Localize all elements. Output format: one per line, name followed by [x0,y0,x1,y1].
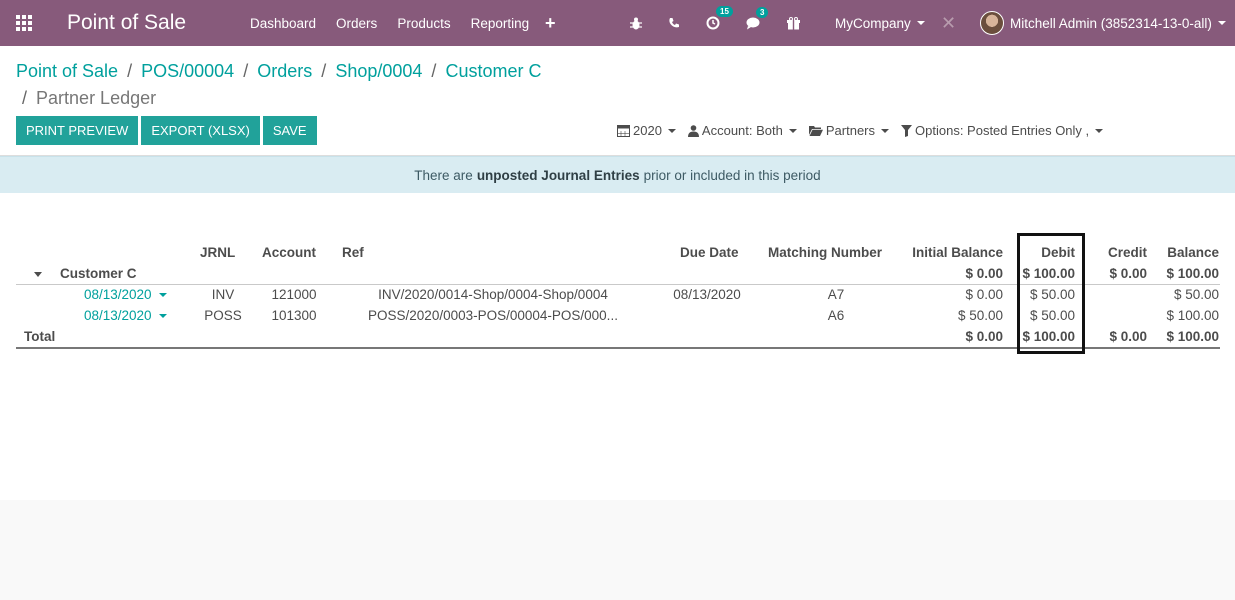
breadcrumb: Point of Sale / POS/00004 / Orders / Sho… [16,58,576,112]
options-filter-label: Options: Posted Entries Only , [915,123,1090,138]
chevron-down-icon [158,314,167,319]
line-matching: A7 [827,287,845,302]
activity-clock-icon[interactable]: 15 [706,6,733,30]
options-filter[interactable]: Options: Posted Entries Only , [901,123,1104,138]
debit-column-highlight [1017,233,1085,354]
top-navbar: Point of Sale Dashboard Orders Products … [0,0,1235,46]
header-initial-balance: Initial Balance [912,245,1003,260]
action-buttons: PRINT PREVIEW EXPORT (XLSX) SAVE [16,116,320,145]
line-date[interactable]: 08/13/2020 [84,287,167,302]
bug-icon[interactable] [630,17,642,30]
chevron-down-icon [1095,128,1104,133]
header-due-date: Due Date [680,245,739,260]
breadcrumb-item-shop[interactable]: Shop/0004 [335,61,422,81]
partners-filter-label: Partners [825,123,876,138]
line-ref: INV/2020/0014-Shop/0004-Shop/0004 [378,287,608,302]
account-filter[interactable]: Account: Both [687,123,797,138]
apps-menu-icon[interactable] [16,0,36,46]
company-name: MyCompany [835,15,911,31]
activity-badge: 15 [716,6,733,17]
line-account: 101300 [271,308,317,323]
chevron-down-icon [1217,21,1226,25]
breadcrumb-separator: / [431,61,437,81]
chevron-down-icon [158,293,167,298]
line-initial-balance: $ 50.00 [957,308,1003,323]
close-icon[interactable]: ✕ [941,0,956,46]
header-jrnl: JRNL [200,245,236,260]
header-matching-number: Matching Number [768,245,883,260]
line-jrnl: INV [211,287,235,302]
total-label: Total [24,329,56,344]
filter-icon [901,124,913,137]
messages-badge: 3 [756,6,769,18]
chevron-down-icon [788,128,797,133]
messages-icon[interactable]: 3 [746,6,769,30]
chevron-down-icon [881,128,890,133]
account-filter-label: Account: Both [701,123,783,138]
line-balance: $ 100.00 [1166,308,1219,323]
export-xlsx-button[interactable]: EXPORT (XLSX) [141,116,260,145]
systray: 15 3 [630,0,826,46]
company-switcher[interactable]: MyCompany [835,0,925,46]
chevron-down-icon [916,21,925,25]
line-balance: $ 50.00 [1173,287,1219,302]
calendar-icon [617,125,630,137]
line-date[interactable]: 08/13/2020 [84,308,167,323]
header-account: Account [262,245,316,260]
menu-orders[interactable]: Orders [336,16,377,31]
breadcrumb-item-customer[interactable]: Customer C [445,61,541,81]
menu-reporting[interactable]: Reporting [471,16,530,31]
header-balance: Balance [1167,245,1219,260]
line-jrnl: POSS [204,308,242,323]
breadcrumb-active-partner-ledger: Partner Ledger [36,88,157,108]
partner-balance: $ 100.00 [1166,266,1219,281]
phone-icon[interactable] [668,17,680,29]
unposted-entries-alert: There are unposted Journal Entries prior… [0,156,1235,193]
date-filter-label: 2020 [633,123,662,138]
header-credit: Credit [1107,245,1147,260]
breadcrumb-separator: / [243,61,249,81]
fold-caret-icon[interactable] [34,272,42,277]
line-due-date: 08/13/2020 [673,287,741,302]
date-filter[interactable]: 2020 [617,123,676,138]
total-balance: $ 100.00 [1166,329,1219,344]
breadcrumb-item-orders[interactable]: Orders [257,61,312,81]
folder-open-icon [808,126,823,136]
menu-dashboard[interactable]: Dashboard [250,16,316,31]
user-name: Mitchell Admin (3852314-13-0-all) [1010,15,1212,31]
total-credit: $ 0.00 [1109,329,1147,344]
chevron-down-icon [667,128,676,133]
partner-initial-balance: $ 0.00 [965,266,1003,281]
breadcrumb-item-point-of-sale[interactable]: Point of Sale [16,61,118,81]
save-button[interactable]: SAVE [262,116,317,145]
plus-icon[interactable]: + [545,0,556,46]
app-title[interactable]: Point of Sale [67,0,186,46]
user-icon [687,124,699,137]
breadcrumb-separator: / [127,61,133,81]
gift-icon[interactable] [787,16,800,30]
print-preview-button[interactable]: PRINT PREVIEW [16,116,139,145]
breadcrumb-separator: / [22,88,28,108]
line-account: 121000 [271,287,317,302]
partner-ledger-report: JRNL Account Ref Due Date Matching Numbe… [0,193,1235,500]
breadcrumb-item-pos-order[interactable]: POS/00004 [141,61,234,81]
partners-filter[interactable]: Partners [808,123,890,138]
report-filters: 2020 Account: Both Partners Options: Pos… [617,116,1115,145]
alert-bold-text: unposted Journal Entries [476,167,640,183]
user-menu[interactable]: Mitchell Admin (3852314-13-0-all) [980,0,1226,46]
header-ref: Ref [342,245,364,260]
menu-products[interactable]: Products [397,16,450,31]
breadcrumb-separator: / [321,61,327,81]
partner-credit: $ 0.00 [1109,266,1147,281]
total-initial-balance: $ 0.00 [965,329,1003,344]
line-ref: POSS/2020/0003-POS/00004-POS/000... [368,308,618,323]
partner-name[interactable]: Customer C [60,266,137,281]
alert-suffix: prior or included in this period [643,167,821,183]
control-panel: Point of Sale / POS/00004 / Orders / Sho… [0,46,1235,156]
line-matching: A6 [827,308,845,323]
main-menu: Dashboard Orders Products Reporting [250,0,549,46]
avatar [980,11,1004,35]
line-initial-balance: $ 0.00 [965,287,1003,302]
alert-prefix: There are [414,167,473,183]
